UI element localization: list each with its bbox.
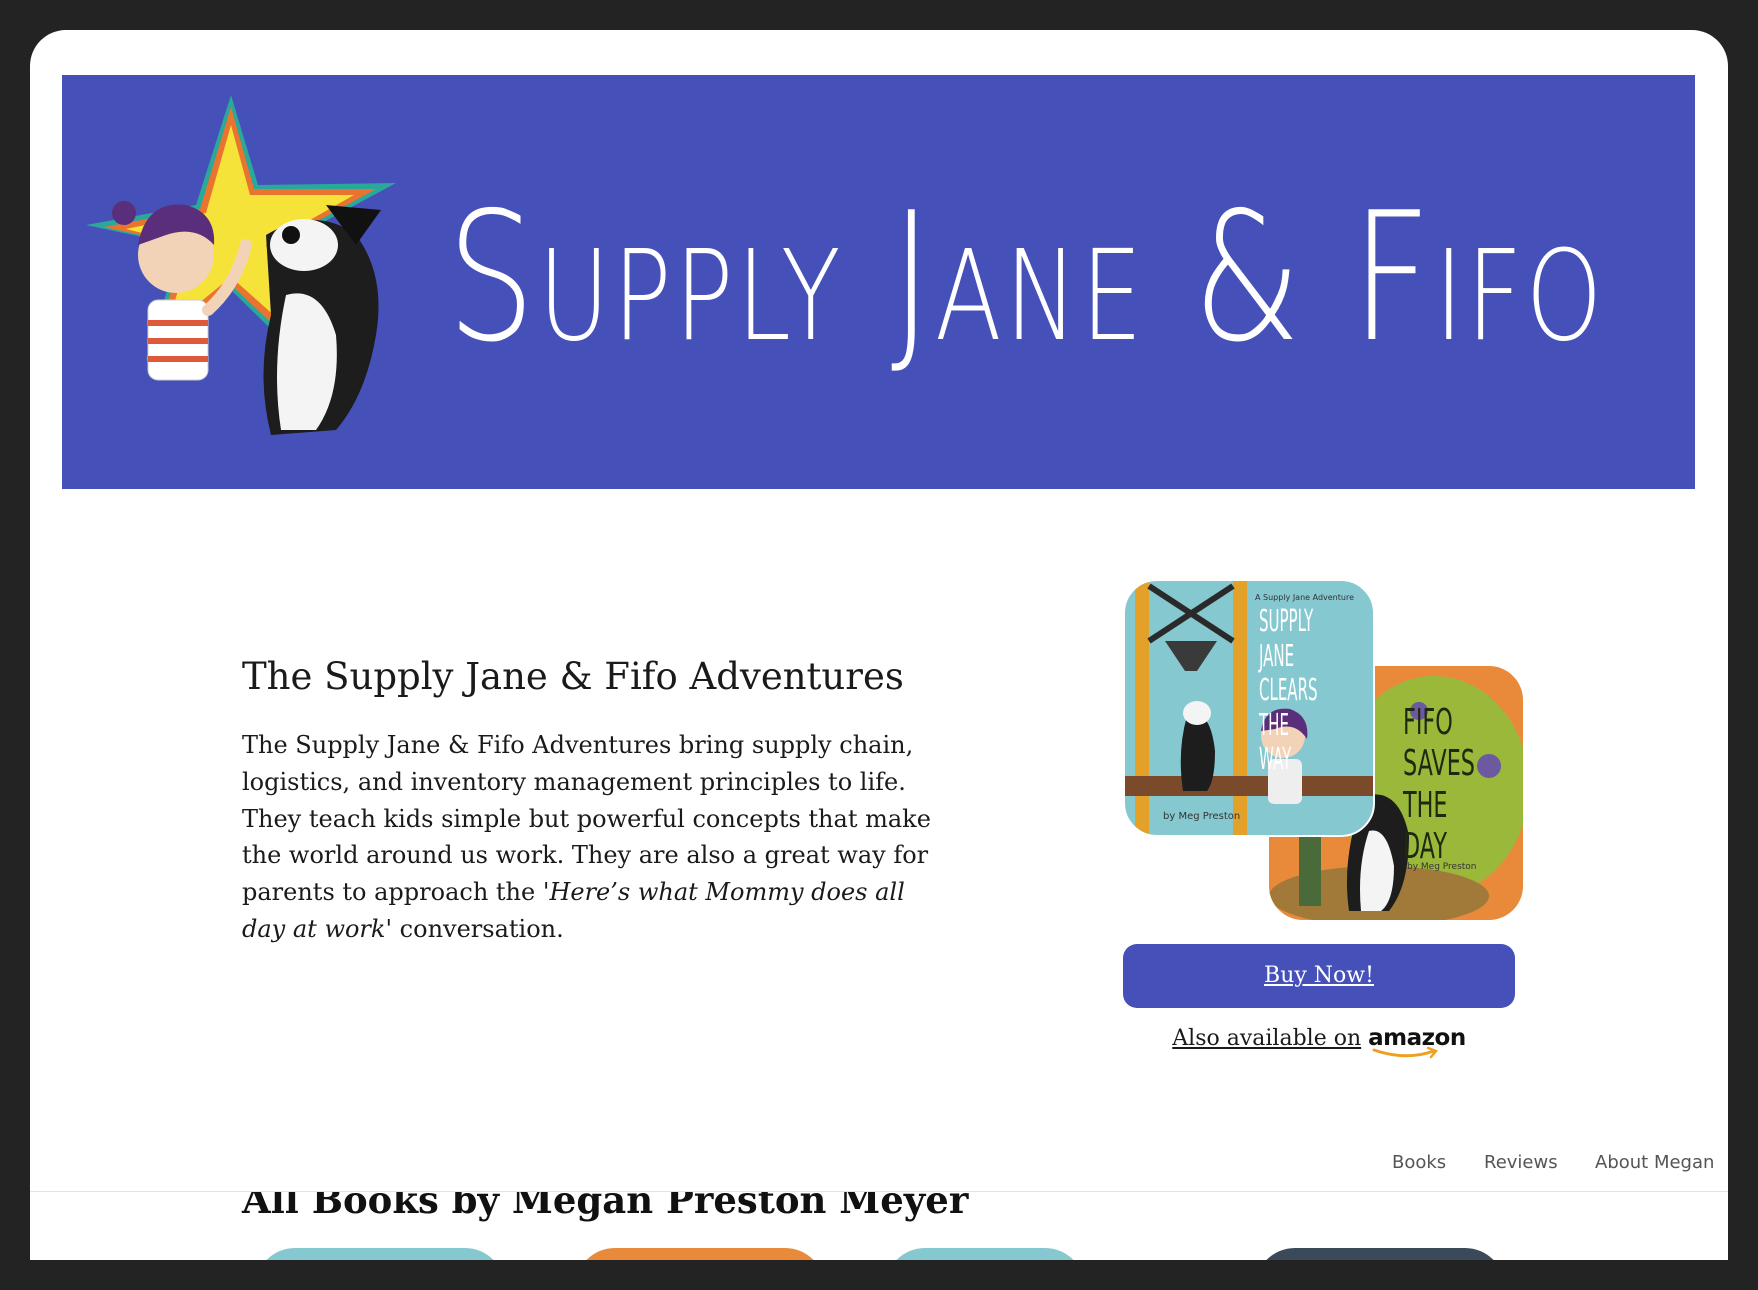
intro-text-end: ' conversation. [385, 914, 564, 943]
book-cover-stack[interactable]: Fifo Saves the Day by Meg Preston A Supp… [1123, 579, 1523, 924]
nav-reviews[interactable]: Reviews [1484, 1152, 1558, 1173]
supply-jane-title-line2: Clears the [1259, 673, 1318, 743]
fifo-cover-author: by Meg Preston [1407, 862, 1477, 872]
site-title: Supply Jane & Fifo [447, 174, 1606, 381]
nav-books[interactable]: Books [1392, 1152, 1446, 1173]
book-thumb-3[interactable] [885, 1248, 1085, 1260]
top-nav: Books Reviews About Megan [30, 1138, 1728, 1192]
also-available-text[interactable]: Also available on [1172, 1026, 1361, 1051]
supply-jane-title-line3: Way [1259, 742, 1292, 777]
nav-about-megan[interactable]: About Megan [1595, 1152, 1714, 1173]
book-cover-supply-jane-clears-the-way[interactable]: A Supply Jane Adventure Supply Jane Clea… [1123, 579, 1375, 837]
book-thumb-2[interactable] [575, 1248, 825, 1260]
fifo-cover-title: Fifo Saves the Day [1403, 702, 1477, 868]
buy-now-button[interactable]: Buy Now! [1123, 944, 1515, 1008]
books-row [30, 1248, 1728, 1260]
supply-jane-title-line1: Supply Jane [1259, 604, 1314, 674]
fifo-title-line3: the Day [1403, 784, 1448, 868]
browser-viewport: Supply Jane & Fifo The Supply Jane & Fif… [30, 30, 1728, 1260]
fifo-title-line2: Saves [1403, 743, 1475, 785]
supply-jane-cover-author: by Meg Preston [1163, 811, 1241, 822]
book-thumb-4[interactable] [1255, 1248, 1505, 1260]
intro-heading: The Supply Jane & Fifo Adventures [242, 655, 904, 698]
amazon-logo[interactable]: amazon [1368, 1025, 1466, 1059]
amazon-availability-link[interactable]: Also available on amazon [1123, 1025, 1515, 1059]
fifo-title-line1: Fifo [1403, 702, 1453, 743]
amazon-smile-icon [1372, 1047, 1439, 1059]
supply-jane-series-label: A Supply Jane Adventure [1255, 593, 1354, 602]
intro-paragraph: The Supply Jane & Fifo Adventures bring … [242, 727, 932, 948]
site-banner[interactable]: Supply Jane & Fifo [62, 75, 1695, 489]
supply-jane-cover-art [1125, 581, 1373, 835]
book-thumb-1[interactable] [255, 1248, 505, 1260]
jane-and-fifo-illustration [86, 95, 396, 435]
supply-jane-cover-title: Supply Jane Clears the Way [1259, 604, 1318, 778]
